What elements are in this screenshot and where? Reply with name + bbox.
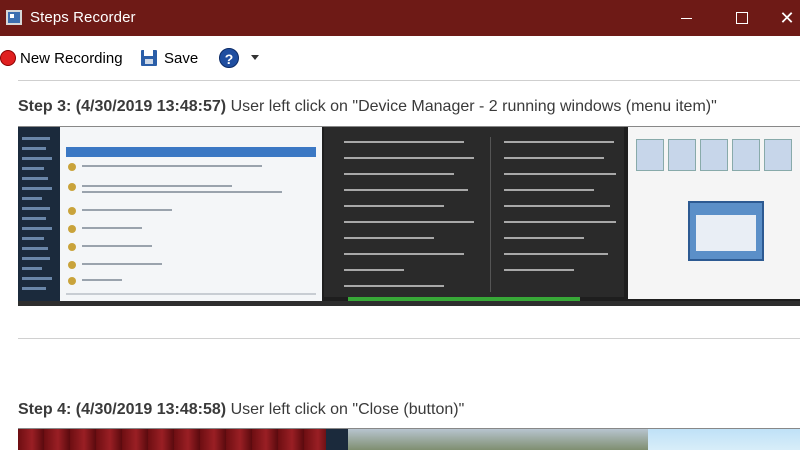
step-number: Step 3: [18,98,72,115]
step-timestamp: (4/30/2019 13:48:57) [75,98,227,115]
screenshot-document-window [324,127,624,297]
floppy-disk-icon [141,50,157,66]
new-recording-button[interactable]: New Recording [0,44,123,72]
minimize-button[interactable] [664,0,710,36]
toolbar: New Recording Save ? [0,36,800,80]
step-header: Step 4: (4/30/2019 13:48:58) User left c… [18,401,464,419]
steps-recorder-app-icon [6,10,22,25]
screenshot-sidebar [18,127,60,306]
save-label: Save [164,49,199,67]
step-timestamp: (4/30/2019 13:48:58) [75,401,227,418]
new-recording-label: New Recording [20,49,123,67]
device-manager-window-thumbnail [688,201,764,261]
step-header: Step 3: (4/30/2019 13:48:57) User left c… [18,98,717,116]
help-dropdown-arrow-icon[interactable] [251,55,259,60]
step-description: User left click on "Close (button)" [230,401,465,418]
maximize-button[interactable] [718,0,764,36]
step-screenshot[interactable] [18,428,800,450]
screenshot-chat-window [60,127,322,303]
title-bar: Steps Recorder ✕ [0,0,800,36]
record-icon [0,50,16,66]
window-title: Steps Recorder [30,9,136,26]
screenshot-taskbar [18,301,800,306]
step-description: User left click on "Device Manager - 2 r… [230,98,717,115]
close-button[interactable]: ✕ [764,0,800,36]
help-icon: ? [219,48,239,68]
screenshot-thumbnails-panel [628,127,800,299]
save-button[interactable]: Save [141,44,198,72]
help-button[interactable]: ? [219,44,239,72]
step-number: Step 4: [18,401,72,418]
step-screenshot[interactable] [18,126,800,306]
step-divider [18,338,800,339]
toolbar-divider [18,80,800,81]
